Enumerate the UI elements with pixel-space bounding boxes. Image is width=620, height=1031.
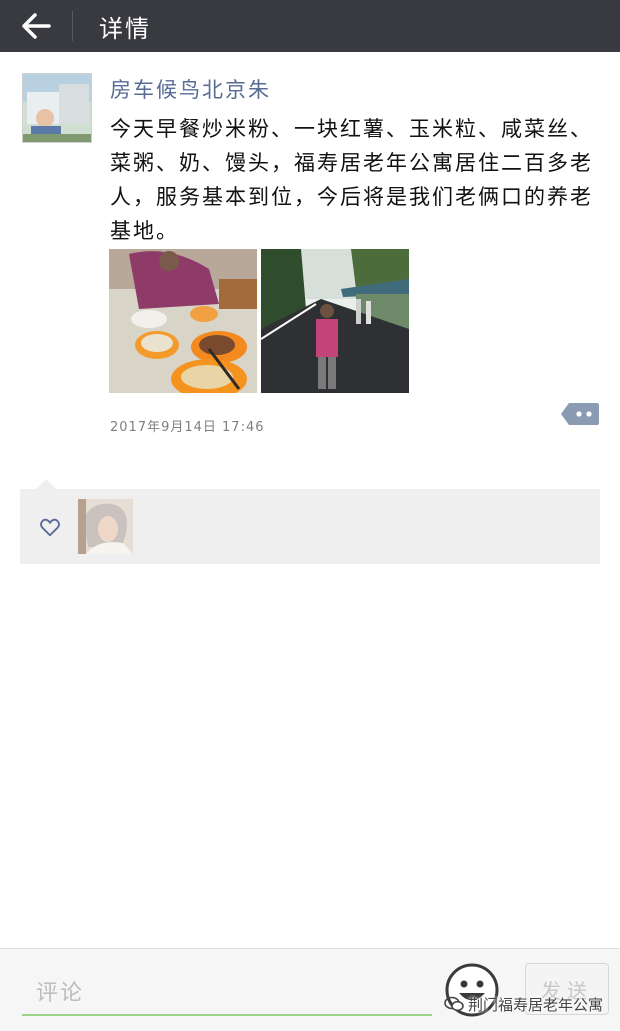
page-title: 详情: [99, 14, 151, 43]
street-image: [261, 249, 409, 393]
author-avatar-image: [23, 74, 91, 142]
post-photo-breakfast[interactable]: [109, 249, 257, 393]
liker-avatar-image: [78, 499, 133, 554]
author-avatar[interactable]: [22, 73, 92, 143]
comment-input[interactable]: [22, 972, 432, 1016]
watermark-text: 荆门福寿居老年公寓: [468, 995, 604, 1014]
breakfast-image: [109, 249, 257, 393]
post-text: 今天早餐炒米粉、一块红薯、玉米粒、咸菜丝、菜粥、奶、馒头，福寿居老年公寓居住二百…: [110, 117, 593, 243]
post-photo-street[interactable]: [261, 249, 409, 393]
comment-more-button[interactable]: [561, 401, 599, 427]
heart-icon: [39, 516, 61, 538]
wechat-icon: [444, 996, 464, 1012]
comment-bubble-icon: [561, 403, 599, 425]
back-button[interactable]: [0, 0, 72, 52]
header-divider: [72, 11, 73, 41]
post-timestamp: 2017年9月14日 17:46: [110, 420, 265, 435]
back-arrow-icon: [22, 13, 51, 39]
author-name[interactable]: 房车候鸟北京朱: [110, 74, 271, 104]
top-bar: 详情: [0, 0, 620, 52]
watermark: 荆门福寿居老年公寓: [444, 993, 603, 1015]
liker-avatar[interactable]: [78, 499, 133, 554]
likes-pointer: [36, 479, 56, 489]
